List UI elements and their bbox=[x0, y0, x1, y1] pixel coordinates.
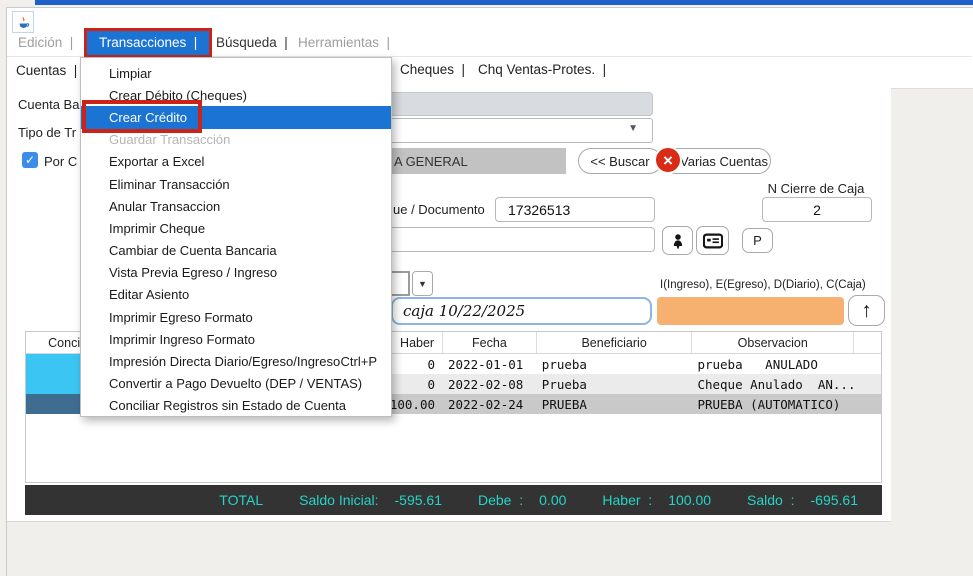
totals-bar: TOTAL Saldo Inicial: -595.61 Debe : 0.00 Hab… bbox=[25, 485, 882, 515]
cell-observacion[interactable]: PRUEBA (AUTOMATICO) bbox=[692, 394, 854, 414]
tipo-transaccion-label: Tipo de Tr bbox=[18, 125, 76, 140]
total-debe: Debe : 0.00 bbox=[478, 492, 566, 508]
menu-item-imprimir-egreso-formato[interactable]: Imprimir Egreso Formato bbox=[81, 306, 391, 328]
window-left-edge bbox=[6, 521, 7, 576]
menu-item-label: Imprimir Ingreso Formato bbox=[109, 332, 255, 347]
menubar-item-edicion[interactable]: Edición | bbox=[18, 35, 73, 50]
menu-item-vista-previa-egreso-ingreso[interactable]: Vista Previa Egreso / Ingreso bbox=[81, 262, 391, 284]
total-haber: Haber : 100.00 bbox=[602, 492, 711, 508]
chevron-down-icon[interactable]: ▼ bbox=[412, 271, 433, 296]
p-button[interactable]: P bbox=[742, 228, 773, 253]
cell-beneficiario[interactable]: PRUEBA bbox=[537, 394, 693, 414]
cuenta-bancaria-label: Cuenta Ba bbox=[18, 97, 79, 112]
total-value: 0.00 bbox=[539, 492, 566, 508]
menu-item-label: Editar Asiento bbox=[109, 287, 189, 302]
table-header-observacion[interactable]: Observacion bbox=[692, 332, 854, 353]
id-card-icon bbox=[703, 233, 723, 249]
caja-general-value: A GENERAL bbox=[394, 154, 468, 169]
tipo-legend-text: I(Ingreso), E(Egreso), D(Diario), C(Caja… bbox=[660, 279, 866, 291]
cell-haber[interactable]: 100.00 bbox=[392, 394, 443, 414]
menu-item-label: Convertir a Pago Devuelto (DEP / VENTAS) bbox=[109, 376, 362, 391]
up-arrow-button[interactable]: ↑ bbox=[848, 295, 885, 326]
menu-item-label: Limpiar bbox=[109, 66, 152, 81]
table-header-blank[interactable] bbox=[854, 332, 881, 353]
menu-item-label: Impresión Directa Diario/Egreso/Ingreso bbox=[109, 354, 340, 369]
table-header-beneficiario[interactable]: Beneficiario bbox=[537, 332, 693, 353]
menu-item-label: Anular Transaccion bbox=[109, 199, 220, 214]
cell-observacion[interactable]: prueba ANULADO bbox=[692, 354, 854, 374]
cell-beneficiario[interactable]: prueba bbox=[537, 354, 693, 374]
cheque-documento-input[interactable]: 17326513 bbox=[495, 197, 655, 222]
id-card-button[interactable] bbox=[696, 226, 729, 255]
cell-fecha[interactable]: 2022-02-08 bbox=[443, 374, 537, 394]
menu-item-label: Imprimir Cheque bbox=[109, 221, 205, 236]
menu-item-label: Cambiar de Cuenta Bancaria bbox=[109, 243, 277, 258]
person-button[interactable] bbox=[662, 226, 693, 255]
menubar-item-herramientas[interactable]: Herramientas | bbox=[298, 35, 390, 50]
tab-cheques[interactable]: Cheques | bbox=[400, 62, 465, 77]
tab-chq-ventas-protes[interactable]: Chq Ventas-Protes. | bbox=[478, 62, 606, 77]
total-saldo-inicial: Saldo Inicial: -595.61 bbox=[299, 492, 442, 508]
por-cuenta-label: Por C bbox=[44, 154, 77, 169]
menu-item-anular-transaccion[interactable]: Anular Transaccion bbox=[81, 195, 391, 217]
cell-end[interactable] bbox=[854, 354, 881, 374]
por-cuenta-checkbox[interactable]: ✓ bbox=[22, 152, 38, 168]
buscar-button[interactable]: << Buscar bbox=[578, 148, 662, 174]
menu-item-cambiar-de-cuenta-bancaria[interactable]: Cambiar de Cuenta Bancaria bbox=[81, 240, 391, 262]
menu-item-label: Eliminar Transacción bbox=[109, 177, 230, 192]
menu-item-imprimir-cheque[interactable]: Imprimir Cheque bbox=[81, 217, 391, 239]
total-label: Haber : bbox=[602, 492, 652, 508]
menu-item-editar-asiento[interactable]: Editar Asiento bbox=[81, 284, 391, 306]
cell-fecha[interactable]: 2022-01-01 bbox=[443, 354, 537, 374]
total-label: Saldo : bbox=[747, 492, 794, 508]
menu-item-label: Guardar Transacción bbox=[109, 132, 230, 147]
cell-observacion[interactable]: Cheque Anulado AN... bbox=[692, 374, 854, 394]
person-icon bbox=[669, 232, 687, 250]
total-label: Saldo Inicial: bbox=[299, 492, 378, 508]
n-cierre-caja-input[interactable]: 2 bbox=[762, 197, 872, 222]
menu-item-convertir-a-pago-devuelto-dep-ventas[interactable]: Convertir a Pago Devuelto (DEP / VENTAS) bbox=[81, 373, 391, 395]
table-header-haber[interactable]: Haber bbox=[392, 332, 443, 353]
menu-item-imprimir-ingreso-formato[interactable]: Imprimir Ingreso Formato bbox=[81, 328, 391, 350]
tab-cuentas[interactable]: Cuentas | bbox=[16, 63, 77, 78]
cell-haber[interactable]: 0 bbox=[392, 374, 443, 394]
menu-item-exportar-a-excel[interactable]: Exportar a Excel bbox=[81, 151, 391, 173]
cell-fecha[interactable]: 2022-02-24 bbox=[443, 394, 537, 414]
table-header-fecha[interactable]: Fecha bbox=[443, 332, 537, 353]
total-value: -595.61 bbox=[395, 492, 442, 508]
close-icon: × bbox=[654, 146, 682, 174]
up-arrow-icon: ↑ bbox=[861, 299, 872, 323]
descripcion-date-input[interactable]: caja 10/22/2025 bbox=[391, 297, 652, 325]
window-top-accent bbox=[35, 0, 973, 5]
menubar-item-transacciones[interactable]: Transacciones | bbox=[87, 31, 209, 55]
app-window: Edición | Transacciones | Búsqueda | Her… bbox=[0, 0, 973, 576]
total-label: Debe : bbox=[478, 492, 523, 508]
cheque-documento-label: ue / Documento bbox=[393, 202, 485, 217]
menu-item-label: Vista Previa Egreso / Ingreso bbox=[109, 265, 277, 280]
menu-item-label: Exportar a Excel bbox=[109, 154, 204, 169]
total-value: 100.00 bbox=[668, 492, 711, 508]
menu-item-impresion-directa-diario-egreso-ingreso[interactable]: Impresión Directa Diario/Egreso/IngresoC… bbox=[81, 350, 391, 372]
cell-end[interactable] bbox=[854, 394, 881, 414]
totals-title: TOTAL bbox=[219, 492, 263, 508]
n-cierre-caja-label: N Cierre de Caja bbox=[760, 181, 872, 196]
monto-highlight-field[interactable] bbox=[657, 297, 844, 325]
annotation-box-crear-credito bbox=[82, 100, 202, 133]
cell-haber[interactable]: 0 bbox=[392, 354, 443, 374]
menu-item-label: Conciliar Registros sin Estado de Cuenta bbox=[109, 398, 346, 413]
menu-item-limpiar[interactable]: Limpiar bbox=[81, 62, 391, 84]
cell-beneficiario[interactable]: Prueba bbox=[537, 374, 693, 394]
java-app-icon bbox=[12, 11, 34, 33]
menubar-item-busqueda[interactable]: Búsqueda | bbox=[216, 35, 288, 50]
menu-item-shortcut: Ctrl+P bbox=[341, 354, 377, 369]
total-saldo: Saldo : -695.61 bbox=[747, 492, 858, 508]
menu-item-conciliar-registros-sin-estado-de-cuenta[interactable]: Conciliar Registros sin Estado de Cuenta bbox=[81, 395, 391, 417]
menu-item-eliminar-transaccion[interactable]: Eliminar Transacción bbox=[81, 173, 391, 195]
cell-end[interactable] bbox=[854, 374, 881, 394]
check-icon: ✓ bbox=[25, 153, 35, 167]
total-value: -695.61 bbox=[811, 492, 858, 508]
chevron-down-icon: ▼ bbox=[628, 123, 638, 134]
menu-item-label: Imprimir Egreso Formato bbox=[109, 310, 253, 325]
